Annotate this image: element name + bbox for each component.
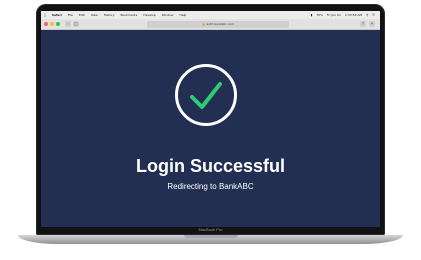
device-label: MacBook Pro — [198, 227, 223, 232]
time-text: 2:33:56 AM — [344, 13, 363, 17]
lock-icon: 🔒 — [201, 22, 206, 26]
menu-file[interactable]: File — [65, 11, 76, 19]
share-icon[interactable]: ↑ — [360, 21, 366, 27]
maximize-icon[interactable] — [56, 22, 60, 26]
checkmark-icon — [190, 82, 222, 109]
menu-develop[interactable]: Develop — [140, 11, 158, 19]
menu-bookmarks[interactable]: Bookmarks — [118, 11, 141, 19]
page-title: Login Successful — [135, 156, 286, 176]
url-text: auth.bankabc.com — [206, 22, 235, 26]
back-icon[interactable]: ‹ — [65, 21, 71, 27]
menu-bar:  Safari File Edit View History Bookmark… — [41, 11, 380, 19]
address-bar[interactable]: 🔒 auth.bankabc.com — [147, 21, 289, 28]
apple-icon[interactable]:  — [41, 11, 49, 19]
menu-icon[interactable]: ☰ — [370, 11, 377, 19]
date-text: Fri Jun 01 — [326, 13, 341, 17]
menu-edit[interactable]: Edit — [76, 11, 88, 19]
new-tab-icon[interactable]: + — [369, 21, 375, 27]
browser-toolbar: ‹ ◫ 🔒 auth.bankabc.com ↑ + — [41, 19, 380, 30]
minimize-icon[interactable] — [50, 22, 54, 26]
laptop-notch — [184, 235, 238, 238]
battery-percent: 70% — [316, 13, 323, 17]
success-ring — [175, 64, 237, 126]
menu-history[interactable]: History — [101, 11, 118, 19]
menu-app-name[interactable]: Safari — [49, 11, 65, 19]
menu-view[interactable]: View — [88, 11, 101, 19]
menu-window[interactable]: Window — [159, 11, 177, 19]
status-area: ▮ 70% Fri Jun 01 2:33:56 AM ⚲ ☰ — [309, 11, 380, 19]
redirect-message: Redirecting to BankABC — [167, 182, 254, 191]
close-icon[interactable] — [44, 22, 48, 26]
sidebar-icon[interactable]: ◫ — [73, 21, 79, 27]
menu-help[interactable]: Help — [176, 11, 189, 19]
